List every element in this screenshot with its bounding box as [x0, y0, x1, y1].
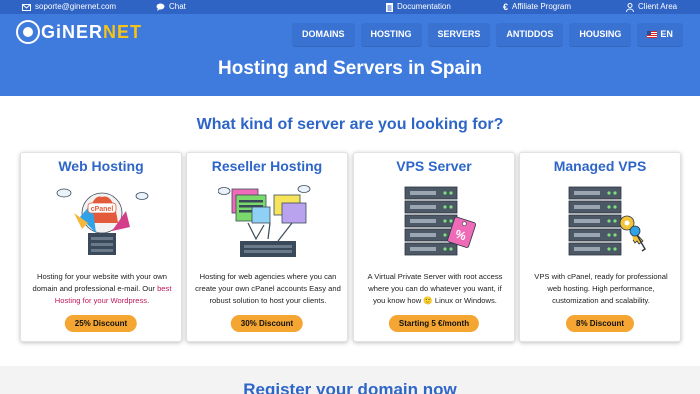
card-web-hosting[interactable]: Web Hosting cPanel Hosting for your webs… [20, 152, 182, 342]
card-description-end: . [147, 296, 150, 305]
documentation-label: Documentation [397, 2, 451, 11]
chat-label: Chat [169, 2, 186, 11]
nav-hosting[interactable]: HOSTING [360, 23, 422, 46]
register-domain-heading: Register your domain now [243, 380, 457, 394]
domain-register-section: Register your domain now [0, 366, 700, 394]
price-badge[interactable]: Starting 5 €/month [388, 315, 480, 332]
card-title: VPS Server [396, 158, 472, 174]
nav-servers[interactable]: SERVERS [427, 23, 491, 46]
chat-icon [156, 3, 165, 11]
card-description-text: Hosting for your website with your own d… [32, 272, 167, 293]
cpanel-logo-text: cPanel [91, 206, 114, 213]
card-managed-vps[interactable]: Managed VPS VPS with cPanel, ready for p… [519, 152, 681, 342]
nav-antiddos[interactable]: ANTIDDOS [496, 23, 564, 46]
card-title: Reseller Hosting [211, 158, 323, 174]
logo-text-net: NET [103, 21, 143, 42]
support-email: soporte@ginernet.com [35, 2, 117, 11]
site-header: GiNERNET DOMAINS HOSTING SERVERS ANTIDDO… [0, 14, 700, 96]
language-selector[interactable]: EN [637, 23, 683, 46]
card-description: A Virtual Private Server with root acces… [367, 272, 503, 305]
main-nav: DOMAINS HOSTING SERVERS ANTIDDOS HOUSING… [292, 23, 683, 46]
card-description: VPS with cPanel, ready for professional … [534, 272, 668, 305]
cpanel-hosting-illustration-icon: cPanel [56, 188, 149, 255]
us-flag-icon [647, 31, 658, 38]
mail-icon [22, 3, 31, 11]
user-icon [626, 2, 634, 12]
documentation-link[interactable]: Documentation [386, 2, 451, 12]
page-title: Hosting and Servers in Spain [218, 58, 482, 79]
logo-text-giner: GiNER [41, 21, 104, 42]
discount-badge[interactable]: 8% Discount [565, 315, 635, 332]
support-email-link[interactable]: soporte@ginernet.com [22, 2, 116, 12]
top-bar: soporte@ginernet.com Chat Documentation … [0, 0, 700, 14]
card-vps-server[interactable]: VPS Server % A Virtual Private Server wi… [353, 152, 515, 342]
reseller-windows-illustration-icon [218, 185, 311, 257]
card-title: Managed VPS [553, 158, 647, 174]
document-icon [386, 2, 393, 12]
server-rack-discount-icon: % [404, 186, 477, 256]
chat-link[interactable]: Chat [156, 2, 186, 12]
card-reseller-hosting[interactable]: Reseller Hosting Hosting for web agencie… [186, 152, 348, 342]
client-area-link[interactable]: Client Area [626, 2, 677, 12]
discount-badge[interactable]: 30% Discount [230, 315, 304, 332]
logo-mark-icon [16, 20, 40, 44]
section-heading: What kind of server are you looking for? [196, 116, 504, 133]
site-logo[interactable]: GiNERNET [16, 19, 142, 45]
affiliate-link[interactable]: € Affiliate Program [503, 2, 571, 12]
card-description: Hosting for web agencies where you can c… [195, 272, 341, 305]
discount-badge[interactable]: 25% Discount [64, 315, 138, 332]
language-label: EN [660, 29, 673, 39]
card-description: Hosting for your website with your own d… [29, 271, 175, 307]
euro-icon: € [503, 2, 509, 12]
nav-domains[interactable]: DOMAINS [292, 23, 355, 46]
server-rack-keys-icon [568, 186, 646, 256]
affiliate-label: Affiliate Program [512, 2, 572, 11]
nav-housing[interactable]: HOUSING [569, 23, 632, 46]
client-area-label: Client Area [638, 2, 678, 11]
card-title: Web Hosting [58, 158, 144, 174]
